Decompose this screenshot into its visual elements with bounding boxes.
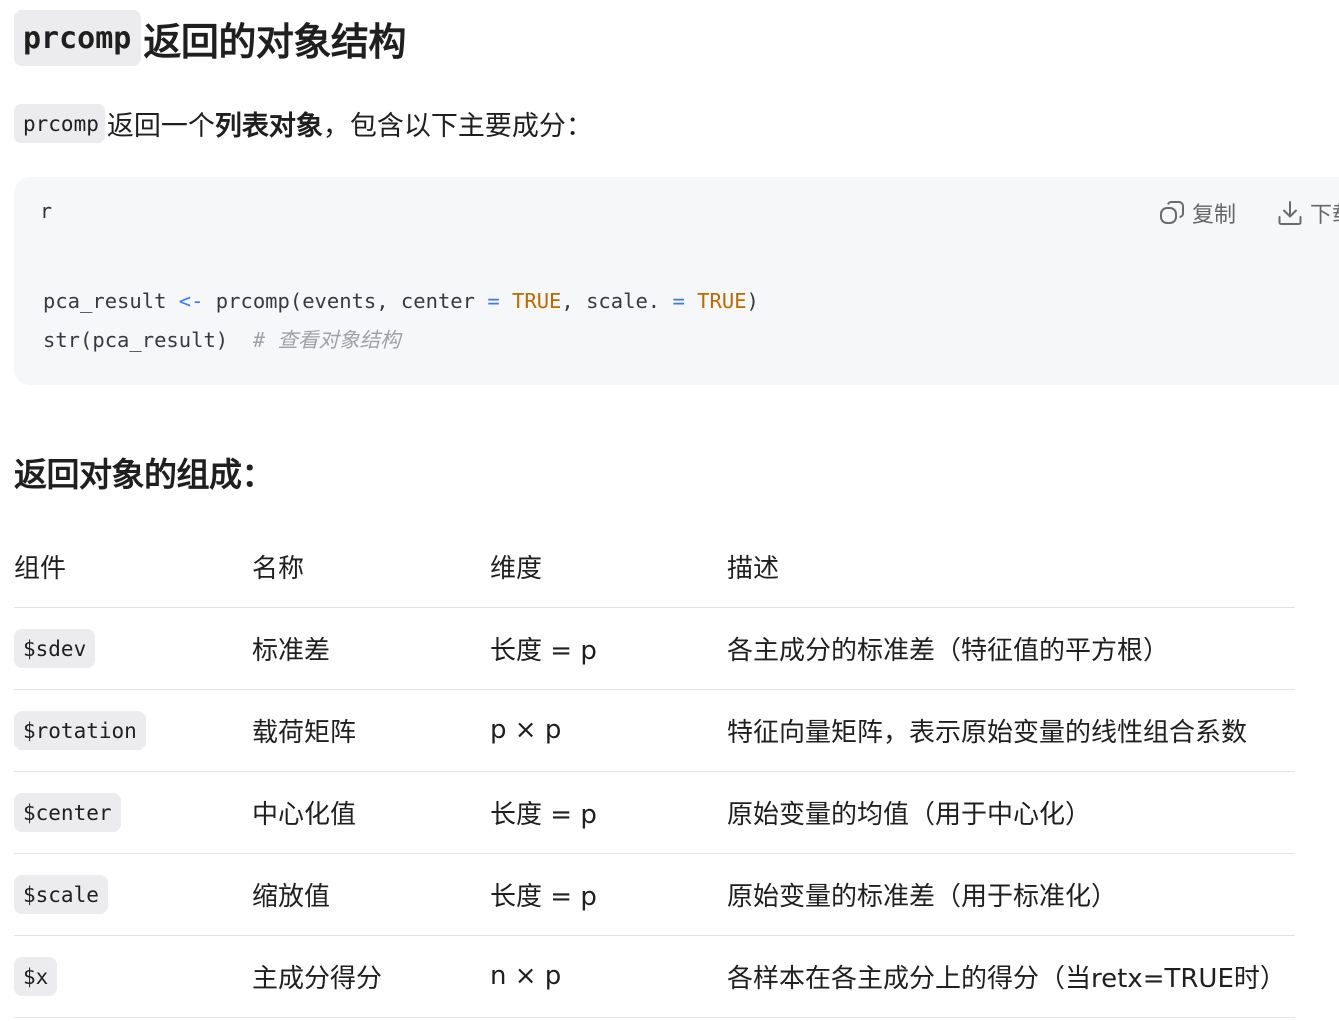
component-code: $center (14, 792, 121, 832)
header-name: 名称 (252, 526, 490, 608)
component-name: 中心化值 (252, 771, 490, 854)
table-header-row: 组件 名称 维度 描述 (14, 526, 1295, 608)
table-row: $rotation 载荷矩阵 p × p 特征向量矩阵，表示原始变量的线性组合系… (14, 689, 1295, 772)
header-component: 组件 (14, 526, 252, 608)
table-row: $sdev 标准差 长度 = p 各主成分的标准差（特征值的平方根） (14, 607, 1295, 690)
code-block: r 复制 下载 pca_result <- prcomp(events, cen… (14, 177, 1339, 385)
component-dimension: 长度 = p (490, 771, 727, 854)
component-name: 缩放值 (252, 853, 490, 936)
component-dimension: n × p (490, 935, 727, 1018)
download-button[interactable]: 下载 (1276, 197, 1339, 229)
code-line-1: pca_result <- prcomp(events, center = TR… (43, 289, 759, 313)
table-row: $center 中心化值 长度 = p 原始变量的均值（用于中心化） (14, 771, 1295, 854)
component-code: $sdev (14, 628, 96, 668)
code-content: pca_result <- prcomp(events, center = TR… (43, 282, 759, 360)
component-description: 原始变量的标准差（用于标准化） (727, 853, 1295, 936)
copy-label: 复制 (1191, 203, 1236, 228)
component-name: 载荷矩阵 (252, 689, 490, 772)
intro-code: prcomp (14, 104, 105, 143)
components-table: 组件 名称 维度 描述 $sdev 标准差 长度 = p 各主成分的标准差（特征… (14, 526, 1295, 1018)
intro-paragraph: prcomp 返回一个 列表对象 ，包含以下主要成分： (14, 104, 593, 143)
table-row: $scale 缩放值 长度 = p 原始变量的标准差（用于标准化） (14, 853, 1295, 936)
page-title: prcomp 返回的对象结构 (14, 10, 406, 66)
code-language: r (40, 199, 53, 223)
component-description: 各样本在各主成分上的得分（当retx=TRUE时） (727, 935, 1295, 1018)
copy-button[interactable]: 复制 (1158, 197, 1236, 229)
component-name: 主成分得分 (252, 935, 490, 1018)
header-dimension: 维度 (490, 526, 727, 608)
intro-text-before: 返回一个 (106, 111, 215, 142)
intro-text-after: ，包含以下主要成分： (322, 111, 593, 142)
code-actions: 复制 下载 (1158, 197, 1339, 229)
copy-icon (1159, 201, 1184, 224)
code-line-2: str(pca_result) # 查看对象结构 (43, 328, 401, 352)
component-name: 标准差 (252, 607, 490, 690)
component-code: $x (14, 956, 58, 996)
component-dimension: 长度 = p (490, 607, 727, 690)
download-icon (1278, 201, 1302, 225)
title-text: 返回的对象结构 (143, 19, 406, 64)
component-code: $scale (14, 874, 108, 914)
component-code: $rotation (14, 710, 146, 750)
section-heading: 返回对象的组成： (14, 455, 275, 494)
download-label: 下载 (1309, 203, 1339, 228)
header-description: 描述 (727, 526, 1295, 608)
title-code: prcomp (14, 10, 142, 66)
component-description: 原始变量的均值（用于中心化） (727, 771, 1295, 854)
component-description: 各主成分的标准差（特征值的平方根） (727, 607, 1295, 690)
component-dimension: 长度 = p (490, 853, 727, 936)
code-comment: # 查看对象结构 (252, 328, 401, 352)
component-description: 特征向量矩阵，表示原始变量的线性组合系数 (727, 689, 1295, 772)
intro-bold: 列表对象 (214, 111, 323, 142)
table-row: $x 主成分得分 n × p 各样本在各主成分上的得分（当retx=TRUE时） (14, 935, 1295, 1018)
component-dimension: p × p (490, 689, 727, 772)
